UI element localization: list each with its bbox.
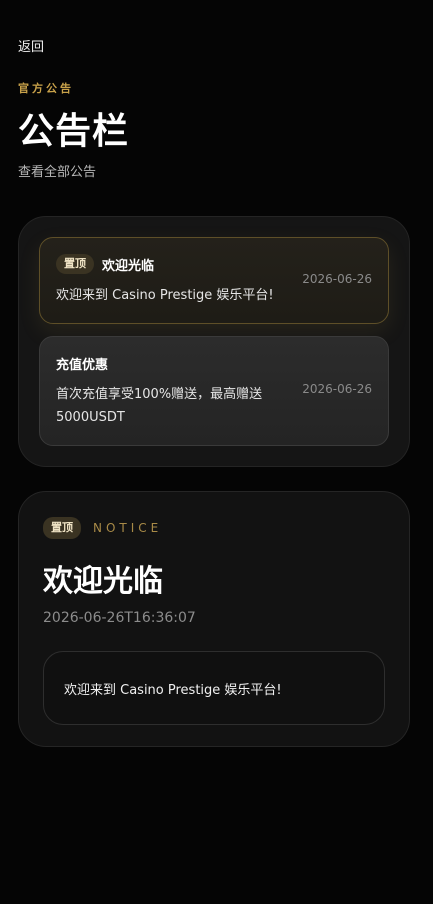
page-title: 公告栏	[18, 111, 130, 152]
notice-detail: 置顶 NOTICE 欢迎光临 2026-06-26T16:36:07 欢迎来到 …	[18, 491, 410, 747]
notice-item-date: 2026-06-26	[302, 272, 372, 286]
notice-item-header: 充值优惠	[56, 353, 372, 373]
notice-item-body: 欢迎来到 Casino Prestige 娱乐平台!	[56, 288, 274, 303]
page-eyebrow: 官方公告	[18, 82, 74, 95]
notice-detail-timestamp: 2026-06-26T16:36:07	[43, 610, 196, 626]
notice-item-welcome[interactable]: 置顶 欢迎光临 欢迎来到 Casino Prestige 娱乐平台! 2026-…	[39, 237, 389, 324]
notice-item-header: 置顶 欢迎光临	[56, 254, 372, 274]
notice-detail-title: 欢迎光临	[43, 564, 163, 599]
notice-detail-header: 置顶 NOTICE	[43, 516, 385, 540]
back-button[interactable]: 返回	[18, 36, 44, 55]
notice-item-body: 首次充值享受100%赠送，最高赠送5000USDT	[56, 387, 263, 425]
announcement-page: 返回 官方公告 公告栏 查看全部公告 置顶 欢迎光临 欢迎来到 Casino P…	[0, 0, 433, 904]
notice-item-title: 欢迎光临	[102, 258, 155, 274]
notice-item-title: 充值优惠	[56, 357, 109, 373]
notice-list: 置顶 欢迎光临 欢迎来到 Casino Prestige 娱乐平台! 2026-…	[18, 216, 410, 467]
pinned-badge: 置顶	[43, 517, 81, 539]
pinned-badge: 置顶	[56, 254, 94, 274]
page-subtitle: 查看全部公告	[18, 165, 97, 180]
notice-item-recharge[interactable]: 充值优惠 首次充值享受100%赠送，最高赠送5000USDT 2026-06-2…	[39, 336, 389, 446]
notice-item-date: 2026-06-26	[302, 382, 372, 396]
notice-detail-eyebrow: NOTICE	[93, 521, 163, 535]
notice-detail-content: 欢迎来到 Casino Prestige 娱乐平台!	[43, 651, 385, 725]
